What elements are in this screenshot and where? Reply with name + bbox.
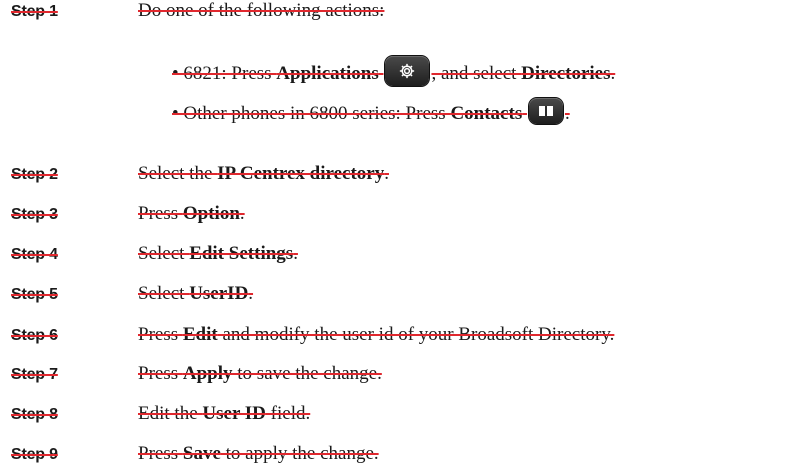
applications-label: Applications (276, 63, 379, 84)
step-7-text: Press Apply to save the change. (138, 363, 382, 384)
gear-icon (385, 56, 430, 86)
bullet-6821-middle: , and select (431, 63, 522, 84)
step-4-label: Step 4 (11, 246, 58, 263)
bullet-6821: • 6821: Press Applications , and select … (172, 56, 615, 86)
step-3-text: Press Option. (138, 203, 245, 224)
step-1-text: Do one of the following actions: (138, 0, 385, 21)
step-5-text: Select UserID. (138, 283, 254, 304)
step-2-label: Step 2 (11, 166, 58, 183)
step-8-text: Edit the User ID field. (138, 403, 311, 424)
step-9-text: Press Save to apply the change. (138, 443, 379, 464)
step-3-label: Step 3 (11, 206, 58, 223)
step-9-label: Step 9 (11, 446, 58, 463)
bullet-6800-prefix: • Other phones in 6800 series: Press (172, 103, 451, 124)
directories-label: Directories (521, 63, 611, 84)
step-2-text: Select the IP Centrex directory. (138, 163, 389, 184)
step-8-label: Step 8 (11, 406, 58, 423)
contacts-label: Contacts (450, 103, 523, 124)
bullet-6821-suffix: . (610, 63, 616, 84)
bullet-6821-prefix: • 6821: Press (172, 63, 277, 84)
step-6-label: Step 6 (11, 327, 58, 344)
step-1-label: Step 1 (11, 3, 58, 20)
step-4-text: Select Edit Settings. (138, 243, 298, 264)
bullet-6800-suffix: . (564, 103, 570, 124)
step-5-label: Step 5 (11, 286, 58, 303)
procedure-page: Step 1 Do one of the following actions: … (0, 0, 809, 472)
step-6-text: Press Edit and modify the user id of you… (138, 324, 615, 345)
contacts-book-icon (528, 98, 563, 124)
step-7-label: Step 7 (11, 366, 58, 383)
bullet-6800-series: • Other phones in 6800 series: Press Con… (172, 98, 570, 125)
